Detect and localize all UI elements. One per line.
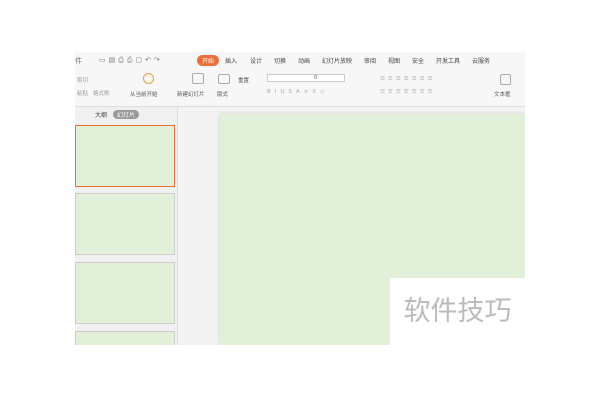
slide-thumbnail[interactable]: [75, 262, 175, 324]
tab-review[interactable]: 审阅: [364, 56, 376, 65]
paragraph-buttons[interactable]: ☰☰☰☰☰☰☰: [380, 76, 436, 82]
tab-developer[interactable]: 开发工具: [436, 56, 460, 65]
reset-button[interactable]: 重置: [238, 76, 249, 84]
tab-animation[interactable]: 动画: [298, 56, 310, 65]
font-size-input[interactable]: 0: [267, 74, 345, 82]
tab-cloud[interactable]: 云服务: [472, 56, 490, 65]
quick-access-icons[interactable]: ▭▤⎙⎙▢↶↷: [99, 56, 163, 65]
watermark: 软件技巧: [390, 278, 525, 345]
paste-button[interactable]: 粘贴: [77, 89, 88, 97]
slide-thumbnail[interactable]: [75, 125, 175, 187]
ribbon: 剪切 粘贴 格式刷 从当前开始 新建幻灯片 版式 重置 0 BIUSA×X◇ ☰…: [75, 70, 525, 107]
tab-insert[interactable]: 插入: [225, 56, 237, 65]
new-slide-icon: [192, 73, 204, 84]
tab-security[interactable]: 安全: [412, 56, 424, 65]
cut-button[interactable]: 剪切: [77, 76, 88, 84]
menu-bar: 件 ▭▤⎙⎙▢↶↷ 开始 插入 设计 切换 动画 幻灯片放映 审阅 视图 安全 …: [75, 52, 525, 70]
tab-outline[interactable]: 大纲: [95, 110, 107, 119]
new-slide-button[interactable]: 新建幻灯片: [177, 90, 205, 98]
file-menu[interactable]: 件: [75, 56, 82, 66]
format-painter-button[interactable]: 格式刷: [93, 89, 110, 97]
tab-view[interactable]: 视图: [388, 56, 400, 65]
alignment-buttons[interactable]: ☰☰☰☰☰☰☰: [380, 89, 436, 95]
tab-home[interactable]: 开始: [197, 55, 220, 66]
layout-button[interactable]: 版式: [217, 90, 228, 98]
tab-transition[interactable]: 切换: [274, 56, 286, 65]
layout-icon: [218, 74, 230, 84]
tab-slideshow[interactable]: 幻灯片放映: [322, 56, 352, 65]
slide-panel: 大纲 幻灯片: [75, 107, 178, 345]
slide-thumbnail[interactable]: [75, 193, 175, 255]
play-from-current-button[interactable]: 从当前开始: [130, 90, 158, 98]
text-box-button[interactable]: 文本框: [494, 90, 511, 98]
tab-design[interactable]: 设计: [250, 56, 262, 65]
text-box-icon: [500, 74, 511, 85]
slide-thumbnail[interactable]: [75, 331, 175, 345]
font-format-buttons[interactable]: BIUSA×X◇: [267, 89, 328, 95]
play-icon: [143, 73, 154, 84]
tab-slides[interactable]: 幻灯片: [113, 110, 140, 119]
